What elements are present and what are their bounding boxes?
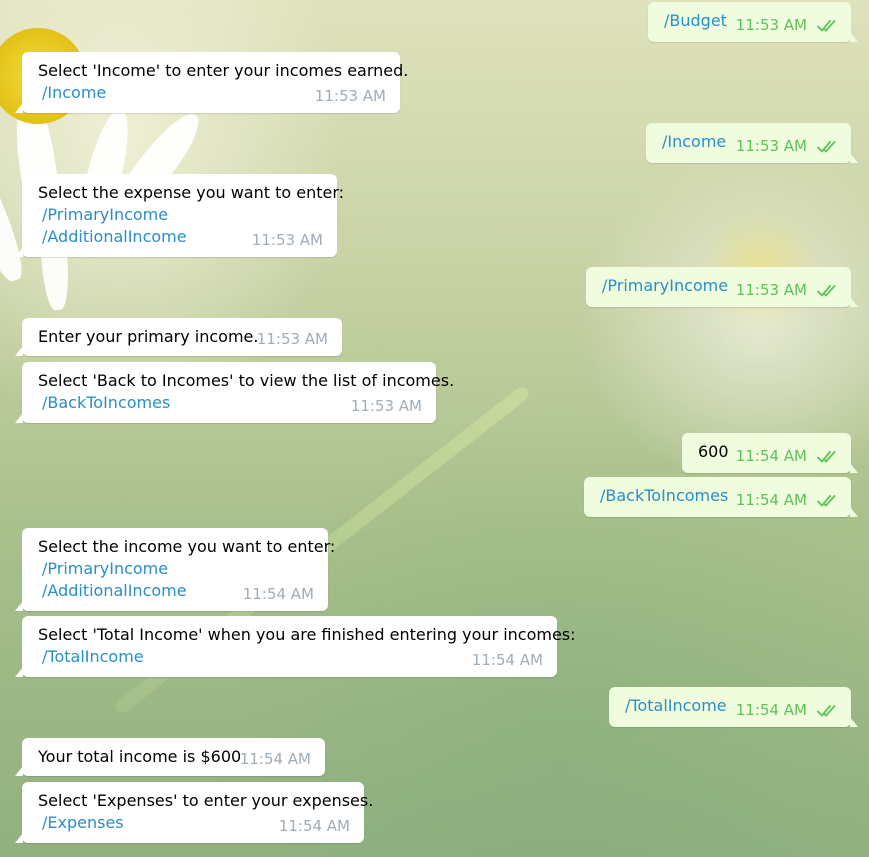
- outgoing-message: 600 11:54 AM: [682, 433, 858, 473]
- incoming-message: Select 'Total Income' when you are finis…: [15, 616, 576, 677]
- message-timestamp: 11:54 AM: [278, 817, 350, 835]
- outgoing-message: /TotalIncome 11:54 AM: [609, 687, 858, 727]
- message-timestamp: 11:53 AM: [735, 281, 807, 299]
- message-timestamp: 11:53 AM: [314, 87, 386, 105]
- bot-command-link[interactable]: /Expenses: [42, 812, 124, 834]
- message-text: Your total income is $600: [38, 747, 242, 766]
- bot-command-link[interactable]: /PrimaryIncome: [602, 275, 728, 297]
- incoming-message: Select 'Income' to enter your incomes ea…: [15, 52, 408, 113]
- incoming-message: Select 'Expenses' to enter your expenses…: [15, 782, 373, 843]
- double-check-icon: [817, 284, 839, 298]
- incoming-message: Select 'Back to Incomes' to view the lis…: [15, 362, 454, 423]
- message-timestamp: 11:53 AM: [350, 397, 422, 415]
- message-text: Select 'Total Income' when you are finis…: [38, 625, 576, 644]
- incoming-message: Your total income is $600 11:54 AM: [15, 738, 325, 776]
- double-check-icon: [817, 450, 839, 464]
- incoming-message: Enter your primary income. 11:53 AM: [15, 318, 342, 356]
- bot-command-link[interactable]: /TotalIncome: [42, 646, 144, 668]
- message-timestamp: 11:54 AM: [242, 585, 314, 603]
- message-timestamp: 11:53 AM: [735, 137, 807, 155]
- bot-command-link[interactable]: /AdditionalIncome: [42, 226, 187, 248]
- double-check-icon: [817, 140, 839, 154]
- bot-command-link[interactable]: /PrimaryIncome: [42, 204, 168, 226]
- message-timestamp: 11:54 AM: [735, 447, 807, 465]
- bot-command-link[interactable]: /TotalIncome: [625, 695, 727, 717]
- double-check-icon: [817, 704, 839, 718]
- bot-command-link[interactable]: /AdditionalIncome: [42, 580, 187, 602]
- bot-command-link[interactable]: /BackToIncomes: [42, 392, 170, 414]
- outgoing-message: /BackToIncomes 11:54 AM: [584, 477, 858, 517]
- message-timestamp: 11:53 AM: [735, 16, 807, 34]
- double-check-icon: [817, 19, 839, 33]
- message-timestamp: 11:53 AM: [256, 330, 328, 348]
- double-check-icon: [817, 494, 839, 508]
- outgoing-message: /Budget 11:53 AM: [648, 2, 858, 42]
- message-timestamp: 11:54 AM: [239, 750, 311, 768]
- message-text: Enter your primary income.: [38, 327, 259, 346]
- incoming-message: Select the income you want to enter: /Pri…: [15, 528, 335, 611]
- message-text: 600: [698, 442, 729, 461]
- chat-area: /Budget 11:53 AM Select 'Income' to enter …: [0, 0, 869, 857]
- message-text: Select the income you want to enter:: [38, 537, 336, 556]
- message-timestamp: 11:54 AM: [735, 491, 807, 509]
- outgoing-message: /PrimaryIncome 11:53 AM: [586, 267, 858, 307]
- bot-command-link[interactable]: /Budget: [664, 10, 727, 32]
- bot-command-link[interactable]: /PrimaryIncome: [42, 558, 168, 580]
- bot-command-link[interactable]: /Income: [662, 131, 726, 153]
- message-text: Select the expense you want to enter:: [38, 183, 345, 202]
- message-text: Select 'Income' to enter your incomes ea…: [38, 61, 409, 80]
- incoming-message: Select the expense you want to enter: /Pr…: [15, 174, 344, 257]
- outgoing-message: /Income 11:53 AM: [646, 123, 858, 163]
- message-text: Select 'Expenses' to enter your expenses…: [38, 791, 374, 810]
- bot-command-link[interactable]: /BackToIncomes: [600, 485, 728, 507]
- message-timestamp: 11:53 AM: [251, 231, 323, 249]
- message-text: Select 'Back to Incomes' to view the lis…: [38, 371, 455, 390]
- bot-command-link[interactable]: /Income: [42, 82, 106, 104]
- message-timestamp: 11:54 AM: [735, 701, 807, 719]
- message-timestamp: 11:54 AM: [471, 651, 543, 669]
